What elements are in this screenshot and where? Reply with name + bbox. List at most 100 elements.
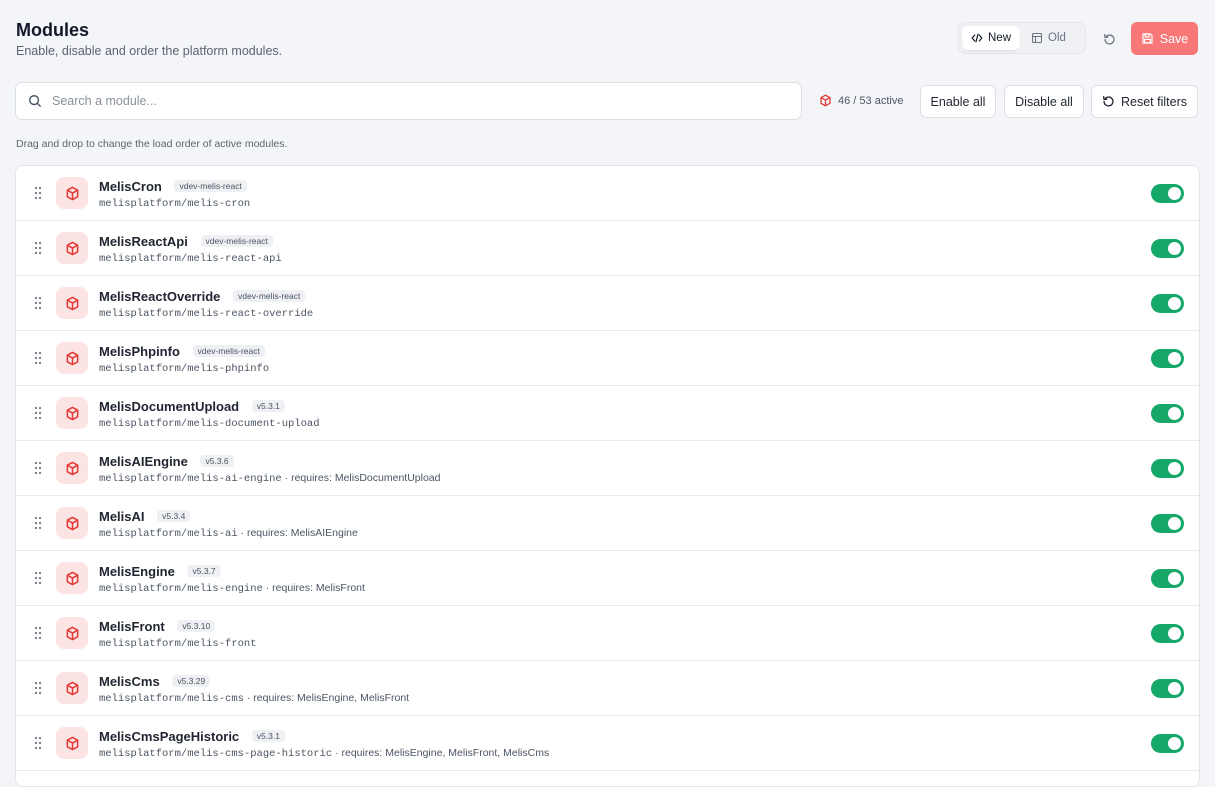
drag-hint: Drag and drop to change the load order o… [16,138,288,150]
module-row[interactable]: MelisAIEngine v5.3.6 melisplatform/melis… [16,441,1199,496]
module-toggle[interactable] [1151,459,1184,478]
module-requires: · requires: MelisEngine, MelisFront [246,692,410,704]
drag-handle-icon[interactable] [34,516,42,530]
package-icon [66,241,78,255]
drag-handle-icon[interactable] [34,296,42,310]
module-toggle[interactable] [1151,404,1184,423]
version-badge: v5.3.10 [177,620,216,632]
module-name: MelisAIEngine [99,454,188,469]
version-badge: vdev-melis-react [174,180,247,192]
disable-all-label: Disable all [1015,94,1073,109]
module-package: melisplatform/melis-phpinfo [99,363,270,375]
module-toggle[interactable] [1151,184,1184,203]
version-badge: v5.3.29 [172,675,211,687]
module-toggle[interactable] [1151,514,1184,533]
drag-handle-icon[interactable] [34,406,42,420]
module-row[interactable]: MelisDocumentUpload v5.3.1 melisplatform… [16,386,1199,441]
drag-handle-icon[interactable] [34,186,42,200]
module-row[interactable]: MelisReactOverride vdev-melis-react meli… [16,276,1199,331]
module-toggle[interactable] [1151,239,1184,258]
undo-button[interactable] [1100,30,1118,48]
save-button[interactable]: Save [1131,22,1198,55]
module-toggle[interactable] [1151,294,1184,313]
enable-all-label: Enable all [930,94,986,109]
package-icon [66,351,78,365]
version-badge: v5.3.6 [200,455,234,467]
active-count-text: 46 / 53 active [838,94,904,107]
active-count: 46 / 53 active [819,94,903,107]
version-badge: v5.3.7 [187,565,221,577]
module-row[interactable]: MelisCron vdev-melis-react melisplatform… [16,166,1199,221]
page-title: Modules [16,20,90,40]
view-old-button[interactable]: Old [1022,26,1075,50]
module-row[interactable]: MelisAI v5.3.4 melisplatform/melis-ai · … [16,496,1199,551]
module-package: melisplatform/melis-cms [99,693,244,705]
drag-handle-icon[interactable] [34,351,42,365]
module-package: melisplatform/melis-cms-page-historic [99,748,333,760]
version-badge: v5.3.1 [251,730,285,742]
package-icon [66,736,78,750]
package-icon [66,626,78,640]
module-toggle[interactable] [1151,624,1184,643]
drag-handle-icon[interactable] [34,461,42,475]
module-name: MelisAI [99,509,145,524]
module-package: melisplatform/melis-engine [99,583,263,595]
module-name: MelisDocumentUpload [99,399,240,414]
module-icon [56,342,88,374]
enable-all-button[interactable]: Enable all [920,85,996,118]
module-icon [56,507,88,539]
module-row[interactable]: MelisPhpinfo vdev-melis-react melisplatf… [16,331,1199,386]
drag-handle-icon[interactable] [34,736,42,750]
module-package: melisplatform/melis-ai-engine [99,473,282,485]
drag-handle-icon[interactable] [34,626,42,640]
version-badge: v5.3.4 [157,510,191,522]
module-requires: · requires: MelisFront [265,582,365,594]
drag-handle-icon[interactable] [34,241,42,255]
module-list: MelisCron vdev-melis-react melisplatform… [15,165,1200,787]
module-icon [56,452,88,484]
view-new-button[interactable]: New [962,26,1021,50]
module-icon [56,397,88,429]
disable-all-button[interactable]: Disable all [1004,85,1084,118]
module-name: MelisCms [99,674,160,689]
module-requires: · requires: MelisAIEngine [240,527,358,539]
module-requires: · requires: MelisEngine, MelisFront, Mel… [335,747,550,759]
module-name: MelisReactApi [99,234,188,249]
package-icon [66,296,78,310]
search-icon [29,95,41,107]
module-row[interactable]: MelisCms v5.3.29 melisplatform/melis-cms… [16,661,1199,716]
package-icon [820,94,831,107]
layout-icon [1031,32,1043,44]
module-icon [56,177,88,209]
module-icon [56,562,88,594]
package-icon [66,681,78,695]
reset-filters-button[interactable]: Reset filters [1091,85,1198,118]
module-package: melisplatform/melis-front [99,638,257,650]
module-row[interactable]: MelisFront v5.3.10 melisplatform/melis-f… [16,606,1199,661]
code-icon [971,33,983,43]
module-toggle[interactable] [1151,734,1184,753]
version-badge: v5.3.1 [251,400,285,412]
module-icon [56,727,88,759]
module-toggle[interactable] [1151,349,1184,368]
module-toggle[interactable] [1151,679,1184,698]
view-new-label: New [988,32,1012,44]
module-package: melisplatform/melis-react-api [99,253,282,265]
module-row[interactable]: MelisReactApi vdev-melis-react melisplat… [16,221,1199,276]
module-toggle[interactable] [1151,569,1184,588]
drag-handle-icon[interactable] [34,681,42,695]
package-icon [66,516,78,530]
module-name: MelisFront [99,619,165,634]
search-input[interactable] [50,93,754,109]
module-name: MelisCron [99,179,162,194]
module-icon [56,672,88,704]
module-name: MelisPhpinfo [99,344,180,359]
module-name: MelisCmsPageHistoric [99,729,240,744]
module-row[interactable]: MelisCmsPageHistoric v5.3.1 melisplatfor… [16,716,1199,771]
version-badge: vdev-melis-react [200,235,273,247]
floppy-disk-icon [1142,33,1153,44]
module-row[interactable]: MelisEngine v5.3.7 melisplatform/melis-e… [16,551,1199,606]
page-subtitle: Enable, disable and order the platform m… [16,44,283,58]
drag-handle-icon[interactable] [34,571,42,585]
version-badge: vdev-melis-react [192,345,265,357]
